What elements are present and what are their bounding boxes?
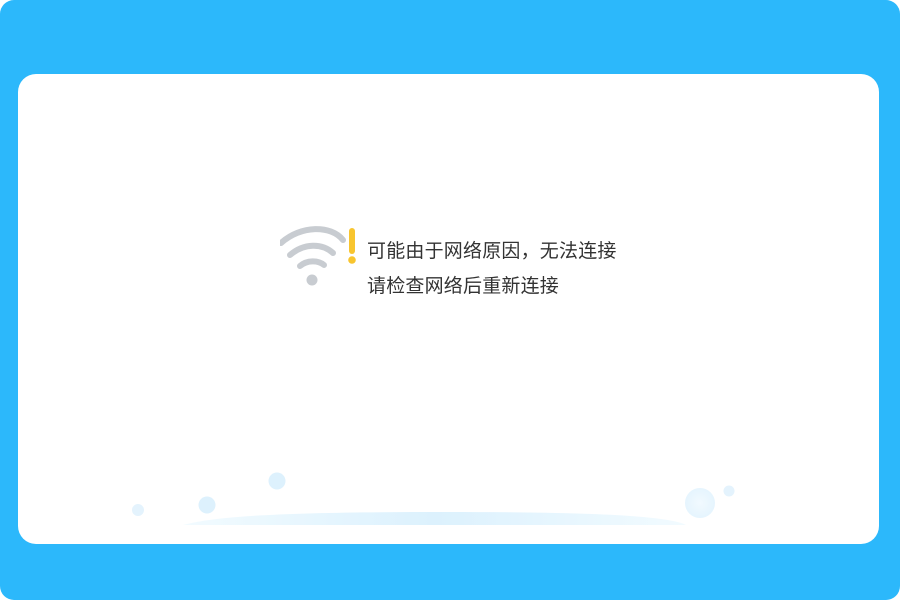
error-message-line-2: 请检查网络后重新连接 xyxy=(367,275,560,297)
error-message: 可能由于网络原因，无法连接 请检查网络后重新连接 xyxy=(367,234,667,304)
connection-error: 可能由于网络原因，无法连接 请检查网络后重新连接 xyxy=(280,226,640,306)
content-panel: 可能由于网络原因，无法连接 请检查网络后重新连接 xyxy=(18,74,879,544)
error-message-line-1: 可能由于网络原因，无法连接 xyxy=(367,240,617,262)
app-window: 可能由于网络原因，无法连接 请检查网络后重新连接 xyxy=(0,0,900,600)
wifi-warning-icon xyxy=(280,226,356,286)
decorative-background xyxy=(132,472,735,525)
